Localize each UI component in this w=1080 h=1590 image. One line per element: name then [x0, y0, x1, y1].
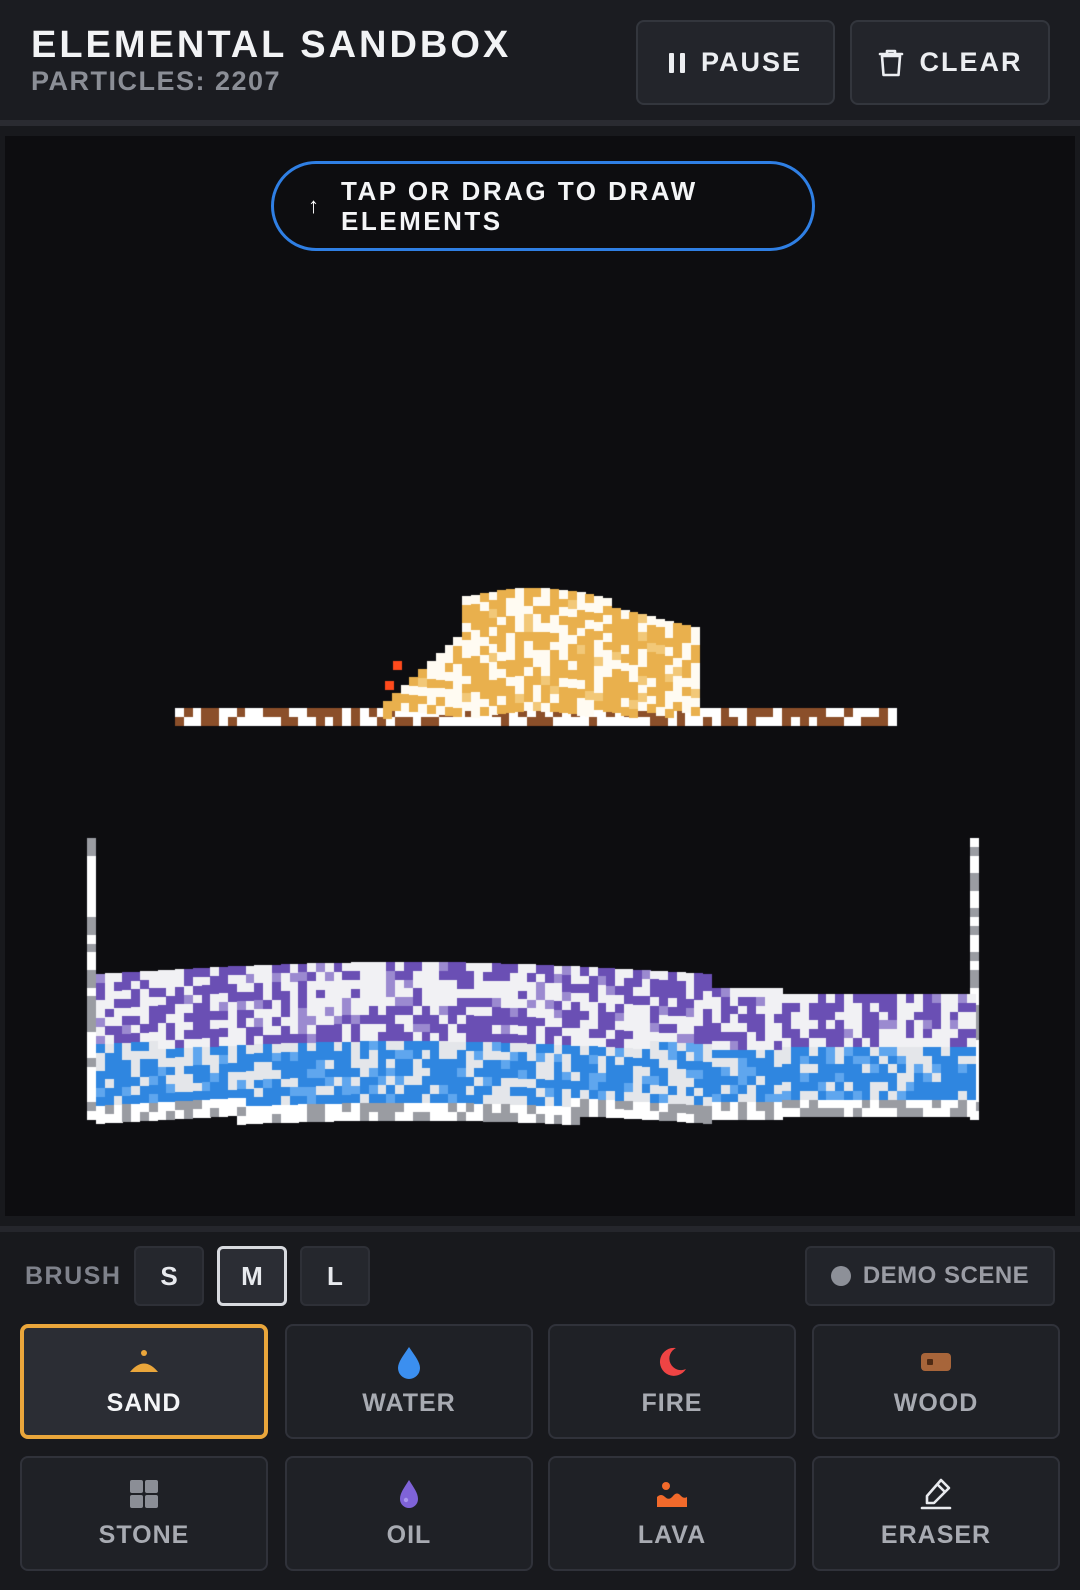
brush-size-medium[interactable]: M [217, 1246, 287, 1306]
water-drop-icon [398, 1347, 420, 1379]
clear-label: CLEAR [919, 47, 1023, 77]
top-bar: ELEMENTAL SANDBOX PARTICLES: 2207 PAUSE … [0, 0, 1080, 126]
sand-icon [130, 1350, 158, 1372]
fire-icon [659, 1347, 686, 1376]
element-stone-button[interactable]: STONE [20, 1456, 268, 1571]
element-lava-button[interactable]: LAVA [548, 1456, 796, 1571]
pause-button[interactable]: PAUSE [636, 20, 835, 105]
element-fire-button[interactable]: FIRE [548, 1324, 796, 1439]
element-sand-button[interactable]: SAND [20, 1324, 268, 1439]
draw-hint-text: TAP OR DRAG TO DRAW ELEMENTS [341, 176, 698, 236]
draw-hint-pill: ↑ TAP OR DRAG TO DRAW ELEMENTS [271, 161, 815, 251]
pause-label: PAUSE [700, 47, 803, 77]
control-panel: BRUSH S M L DEMO SCENE SAND WATER FIRE W… [0, 1226, 1080, 1590]
brush-size-small[interactable]: S [134, 1246, 204, 1306]
brush-size-large[interactable]: L [300, 1246, 370, 1306]
demo-scene-button[interactable]: DEMO SCENE [805, 1246, 1055, 1306]
trash-icon [878, 49, 903, 76]
wood-icon [921, 1353, 951, 1371]
arrow-up-icon: ↑ [308, 193, 319, 218]
element-eraser-button[interactable]: ERASER [812, 1456, 1060, 1571]
element-wood-button[interactable]: WOOD [812, 1324, 1060, 1439]
simulation-canvas[interactable]: ↑ TAP OR DRAG TO DRAW ELEMENTS [5, 136, 1075, 1216]
eraser-icon [920, 1478, 952, 1510]
clear-button[interactable]: CLEAR [850, 20, 1050, 105]
particle-count: PARTICLES: 2207 [31, 66, 282, 96]
lava-icon [657, 1482, 687, 1507]
element-water-button[interactable]: WATER [285, 1324, 533, 1439]
element-oil-button[interactable]: OIL [285, 1456, 533, 1571]
stone-icon [130, 1480, 158, 1508]
app-title: ELEMENTAL SANDBOX [31, 24, 512, 66]
demo-scene-label: DEMO SCENE [862, 1262, 1030, 1289]
particle-field[interactable] [5, 136, 1075, 1216]
dot-icon [830, 1266, 851, 1286]
oil-drop-icon [400, 1480, 418, 1508]
brush-label: BRUSH [25, 1262, 122, 1290]
pause-icon [668, 52, 685, 73]
